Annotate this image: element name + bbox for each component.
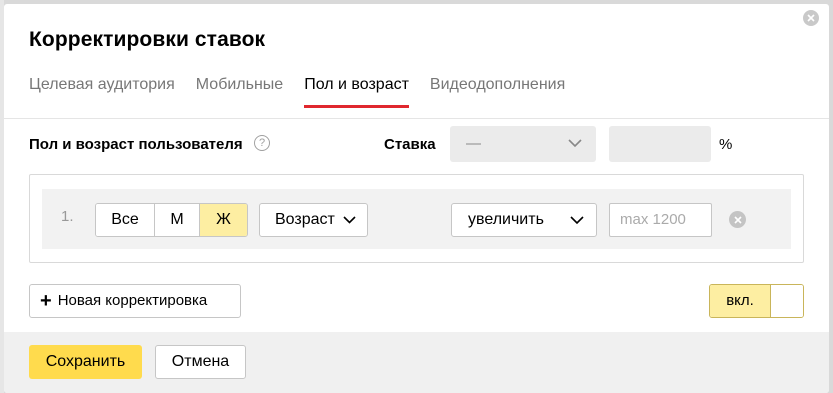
toggle-on-label: вкл.: [710, 285, 771, 317]
gender-female-button[interactable]: Ж: [200, 204, 247, 236]
help-icon[interactable]: ?: [254, 135, 270, 151]
tab-target-audience[interactable]: Целевая аудитория: [29, 74, 175, 108]
chevron-down-icon: [343, 216, 356, 224]
gender-all-button[interactable]: Все: [96, 204, 155, 236]
rate-label: Ставка: [384, 136, 436, 153]
adjustment-value-input[interactable]: max 1200: [609, 203, 712, 237]
rule-index: 1.: [61, 208, 74, 225]
gender-segmented-control: Все М Ж: [95, 203, 248, 237]
plus-icon: +: [40, 290, 52, 312]
age-select-label: Возраст: [275, 211, 335, 228]
rule-row: 1. Все М Ж Возраст увеличить max 1200: [42, 189, 791, 249]
gender-male-button[interactable]: М: [155, 204, 200, 236]
save-button[interactable]: Сохранить: [29, 345, 142, 379]
dialog-footer: Сохранить Отмена: [4, 332, 829, 393]
bid-adjustments-dialog: Корректировки ставок Целевая аудитория М…: [4, 4, 829, 393]
tabs-bar: Целевая аудитория Мобильные Пол и возрас…: [29, 74, 586, 110]
cancel-button[interactable]: Отмена: [155, 345, 246, 379]
age-select[interactable]: Возраст: [259, 203, 368, 237]
chevron-down-icon: [568, 139, 582, 148]
add-adjustment-label: Новая корректировка: [57, 292, 208, 309]
section-label: Пол и возраст пользователя: [29, 136, 243, 153]
action-select-label: увеличить: [468, 211, 544, 228]
rate-percent-input[interactable]: [609, 126, 711, 162]
tab-mobile[interactable]: Мобильные: [196, 74, 283, 108]
close-icon[interactable]: [803, 10, 819, 26]
dialog-title: Корректировки ставок: [29, 28, 266, 51]
chevron-down-icon: [570, 216, 584, 225]
tab-video-extensions[interactable]: Видеодополнения: [430, 74, 565, 108]
percent-sign: %: [719, 136, 733, 153]
rate-select-value: —: [466, 135, 481, 152]
toggle-knob: [771, 285, 803, 317]
tab-gender-age[interactable]: Пол и возраст: [304, 74, 409, 108]
rules-container: 1. Все М Ж Возраст увеличить max 1200: [29, 174, 804, 263]
adjustment-action-select[interactable]: увеличить: [451, 203, 597, 237]
rate-select[interactable]: —: [450, 126, 596, 162]
add-adjustment-button[interactable]: + Новая корректировка: [29, 284, 241, 318]
remove-rule-icon[interactable]: [729, 211, 746, 228]
tabs-divider: [4, 118, 829, 119]
enable-toggle[interactable]: вкл.: [709, 284, 804, 318]
